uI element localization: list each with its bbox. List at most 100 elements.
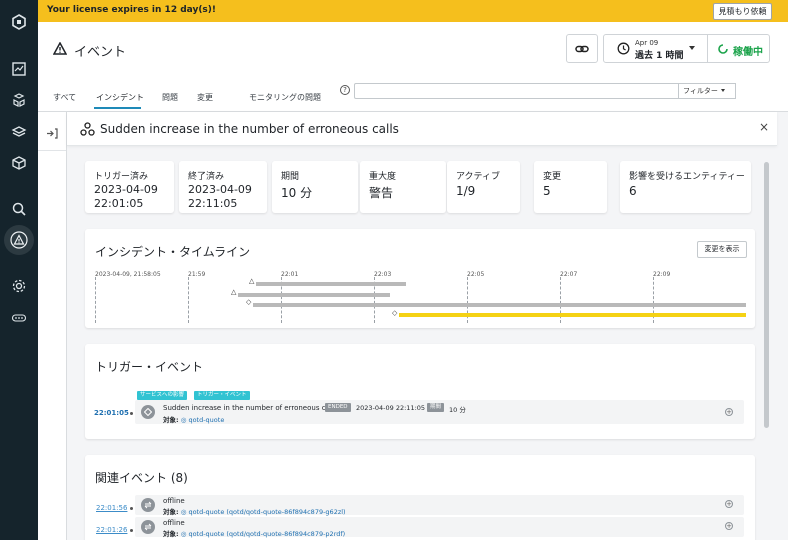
stat-card-severity: 重大度 警告 bbox=[360, 161, 446, 213]
related-events-card: 関連イベント (8) 22:01:56 offline 対象: ◎ qotd-q… bbox=[85, 455, 755, 540]
close-icon[interactable]: × bbox=[759, 120, 769, 134]
layers-icon[interactable] bbox=[8, 121, 30, 143]
timeline-title: インシデント・タイムライン bbox=[95, 245, 251, 259]
help-icon[interactable]: ? bbox=[340, 85, 350, 95]
timeline-start-marker: △ bbox=[231, 288, 237, 296]
settings-gear-icon[interactable] bbox=[8, 275, 30, 297]
stat-card-duration: 期間 10 分 bbox=[272, 161, 358, 213]
filter-dropdown[interactable]: フィルター bbox=[679, 83, 736, 99]
expand-plus-icon[interactable]: + bbox=[725, 408, 733, 416]
refresh-icon bbox=[718, 44, 728, 54]
target-link[interactable]: ◎ qotd-quote (qotd/qotd-quote-86f894c879… bbox=[181, 530, 346, 538]
event-title: offline bbox=[163, 519, 185, 527]
related-event-row[interactable]: offline 対象: ◎ qotd-quote (qotd/qotd-quot… bbox=[135, 517, 744, 538]
timeline-gridline bbox=[95, 277, 96, 323]
event-target: 対象: ◎ qotd-quote (qotd/qotd-quote-86f894… bbox=[163, 506, 346, 516]
stat-label: 期間 bbox=[281, 172, 300, 182]
trigger-event-row[interactable]: Sudden increase in the number of erroneo… bbox=[135, 400, 744, 424]
timeline-tick: 22:07 bbox=[560, 271, 578, 278]
timeline-start-marker: △ bbox=[249, 277, 255, 285]
event-type-icon bbox=[141, 405, 155, 419]
expand-plus-icon[interactable]: + bbox=[725, 522, 733, 530]
timeline-gridline bbox=[188, 277, 189, 323]
trigger-event-badge: トリガー・イベント bbox=[194, 391, 250, 400]
stat-value: 2023-04-09 bbox=[94, 183, 158, 196]
ended-time: 2023-04-09 22:11:05 bbox=[356, 404, 426, 412]
quote-request-button[interactable]: 見積もり依頼 bbox=[713, 3, 772, 20]
target-label: 対象: bbox=[163, 530, 179, 538]
page-title: イベント bbox=[74, 45, 127, 60]
stat-label: 重大度 bbox=[369, 172, 397, 182]
expand-plus-icon[interactable]: + bbox=[725, 500, 733, 508]
stat-card-active: アクティブ 1/9 bbox=[447, 161, 520, 213]
timeline-bar[interactable] bbox=[238, 293, 390, 297]
app-logo-icon[interactable] bbox=[8, 11, 30, 33]
live-status-button[interactable]: 稼働中 bbox=[707, 34, 770, 63]
timeline-incident-bar[interactable] bbox=[399, 313, 746, 317]
active-tab-indicator bbox=[94, 107, 141, 109]
search-input[interactable] bbox=[354, 83, 679, 99]
event-time-link[interactable]: 22:01:56 bbox=[96, 504, 127, 512]
tab-changes[interactable]: 変更 bbox=[197, 92, 213, 103]
related-event-row[interactable]: offline 対象: ◎ qotd-quote (qotd/qotd-quot… bbox=[135, 495, 744, 516]
stat-card-triggered: トリガー済み 2023-04-09 22:01:05 bbox=[85, 161, 174, 213]
cube-icon[interactable] bbox=[8, 152, 30, 174]
caret-down-icon bbox=[721, 89, 725, 92]
target-value[interactable]: qotd-quote bbox=[188, 416, 224, 424]
stat-label: トリガー済み bbox=[94, 172, 149, 182]
search-icon[interactable] bbox=[8, 198, 30, 220]
target-link[interactable]: ◎ qotd-quote (qotd/qotd-quote-86f894c879… bbox=[181, 508, 346, 516]
event-title: offline bbox=[163, 497, 185, 505]
tab-problems[interactable]: 問題 bbox=[162, 92, 178, 103]
event-time: 22:01:05 bbox=[94, 409, 129, 417]
timeline-start-marker: ◇ bbox=[246, 298, 252, 306]
target-value[interactable]: qotd-quote (qotd/qotd-quote-86f894c879-p… bbox=[188, 530, 345, 538]
stat-value: 警告 bbox=[369, 186, 394, 200]
live-status-label: 稼働中 bbox=[733, 47, 763, 58]
target-label: 対象: bbox=[163, 416, 179, 424]
target-link[interactable]: ◎ qotd-quote bbox=[181, 416, 225, 424]
related-events-title: 関連イベント (8) bbox=[95, 471, 188, 485]
events-warning-icon[interactable] bbox=[4, 225, 34, 255]
dashboard-icon[interactable] bbox=[8, 58, 30, 80]
stat-card-changes: 変更 5 bbox=[534, 161, 607, 213]
tab-all[interactable]: すべて bbox=[53, 92, 76, 103]
incident-title: Sudden increase in the number of erroneo… bbox=[100, 122, 399, 136]
time-range-label: 過去 1 時間 bbox=[635, 51, 684, 61]
event-type-icon bbox=[141, 498, 155, 512]
timeline-bar[interactable] bbox=[256, 282, 406, 286]
event-target: 対象: ◎ qotd-quote bbox=[163, 414, 224, 424]
collapse-panel-icon[interactable] bbox=[46, 124, 58, 143]
stat-value-time: 22:11:05 bbox=[188, 197, 238, 210]
show-changes-button[interactable]: 変更を表示 bbox=[697, 241, 747, 258]
sidebar bbox=[0, 0, 38, 540]
time-range-selector[interactable]: Apr 09 過去 1 時間 bbox=[603, 34, 708, 63]
trigger-event-title: トリガー・イベント bbox=[95, 360, 204, 374]
page-header: イベント Apr 09 過去 1 時間 稼働中 すべて インシデント 問題 変更… bbox=[38, 22, 788, 112]
more-icon[interactable] bbox=[8, 307, 30, 329]
stat-label: 影響を受けるエンティティー bbox=[629, 172, 745, 182]
resources-icon[interactable] bbox=[8, 89, 30, 111]
stat-card-ended: 終了済み 2023-04-09 22:11:05 bbox=[179, 161, 267, 213]
tab-monitoring-problems[interactable]: モニタリングの問題 bbox=[249, 92, 321, 103]
stat-card-affected-entities: 影響を受けるエンティティー 6 bbox=[620, 161, 751, 213]
license-banner-text: Your license expires in 12 day(s)! bbox=[47, 5, 217, 15]
tab-incidents[interactable]: インシデント bbox=[96, 92, 144, 103]
filter-label: フィルター bbox=[683, 87, 718, 95]
event-type-icon bbox=[141, 520, 155, 534]
timeline-tick: 22:09 bbox=[653, 271, 671, 278]
timeline-tick: 21:59 bbox=[188, 271, 206, 278]
stat-value: 6 bbox=[629, 184, 637, 198]
timeline-bar[interactable] bbox=[253, 303, 746, 307]
scrollbar[interactable] bbox=[764, 162, 769, 428]
event-time-link[interactable]: 22:01:26 bbox=[96, 526, 127, 534]
stat-label: 変更 bbox=[543, 172, 562, 182]
stat-label: アクティブ bbox=[456, 172, 501, 182]
incident-cluster-icon bbox=[80, 121, 95, 140]
copy-link-button[interactable] bbox=[566, 34, 598, 63]
stat-value-time: 22:01:05 bbox=[94, 197, 144, 210]
target-value[interactable]: qotd-quote (qotd/qotd-quote-86f894c879-g… bbox=[188, 508, 345, 516]
panel-header: Sudden increase in the number of erroneo… bbox=[67, 112, 777, 146]
target-label: 対象: bbox=[163, 508, 179, 516]
stat-label: 終了済み bbox=[188, 172, 225, 182]
